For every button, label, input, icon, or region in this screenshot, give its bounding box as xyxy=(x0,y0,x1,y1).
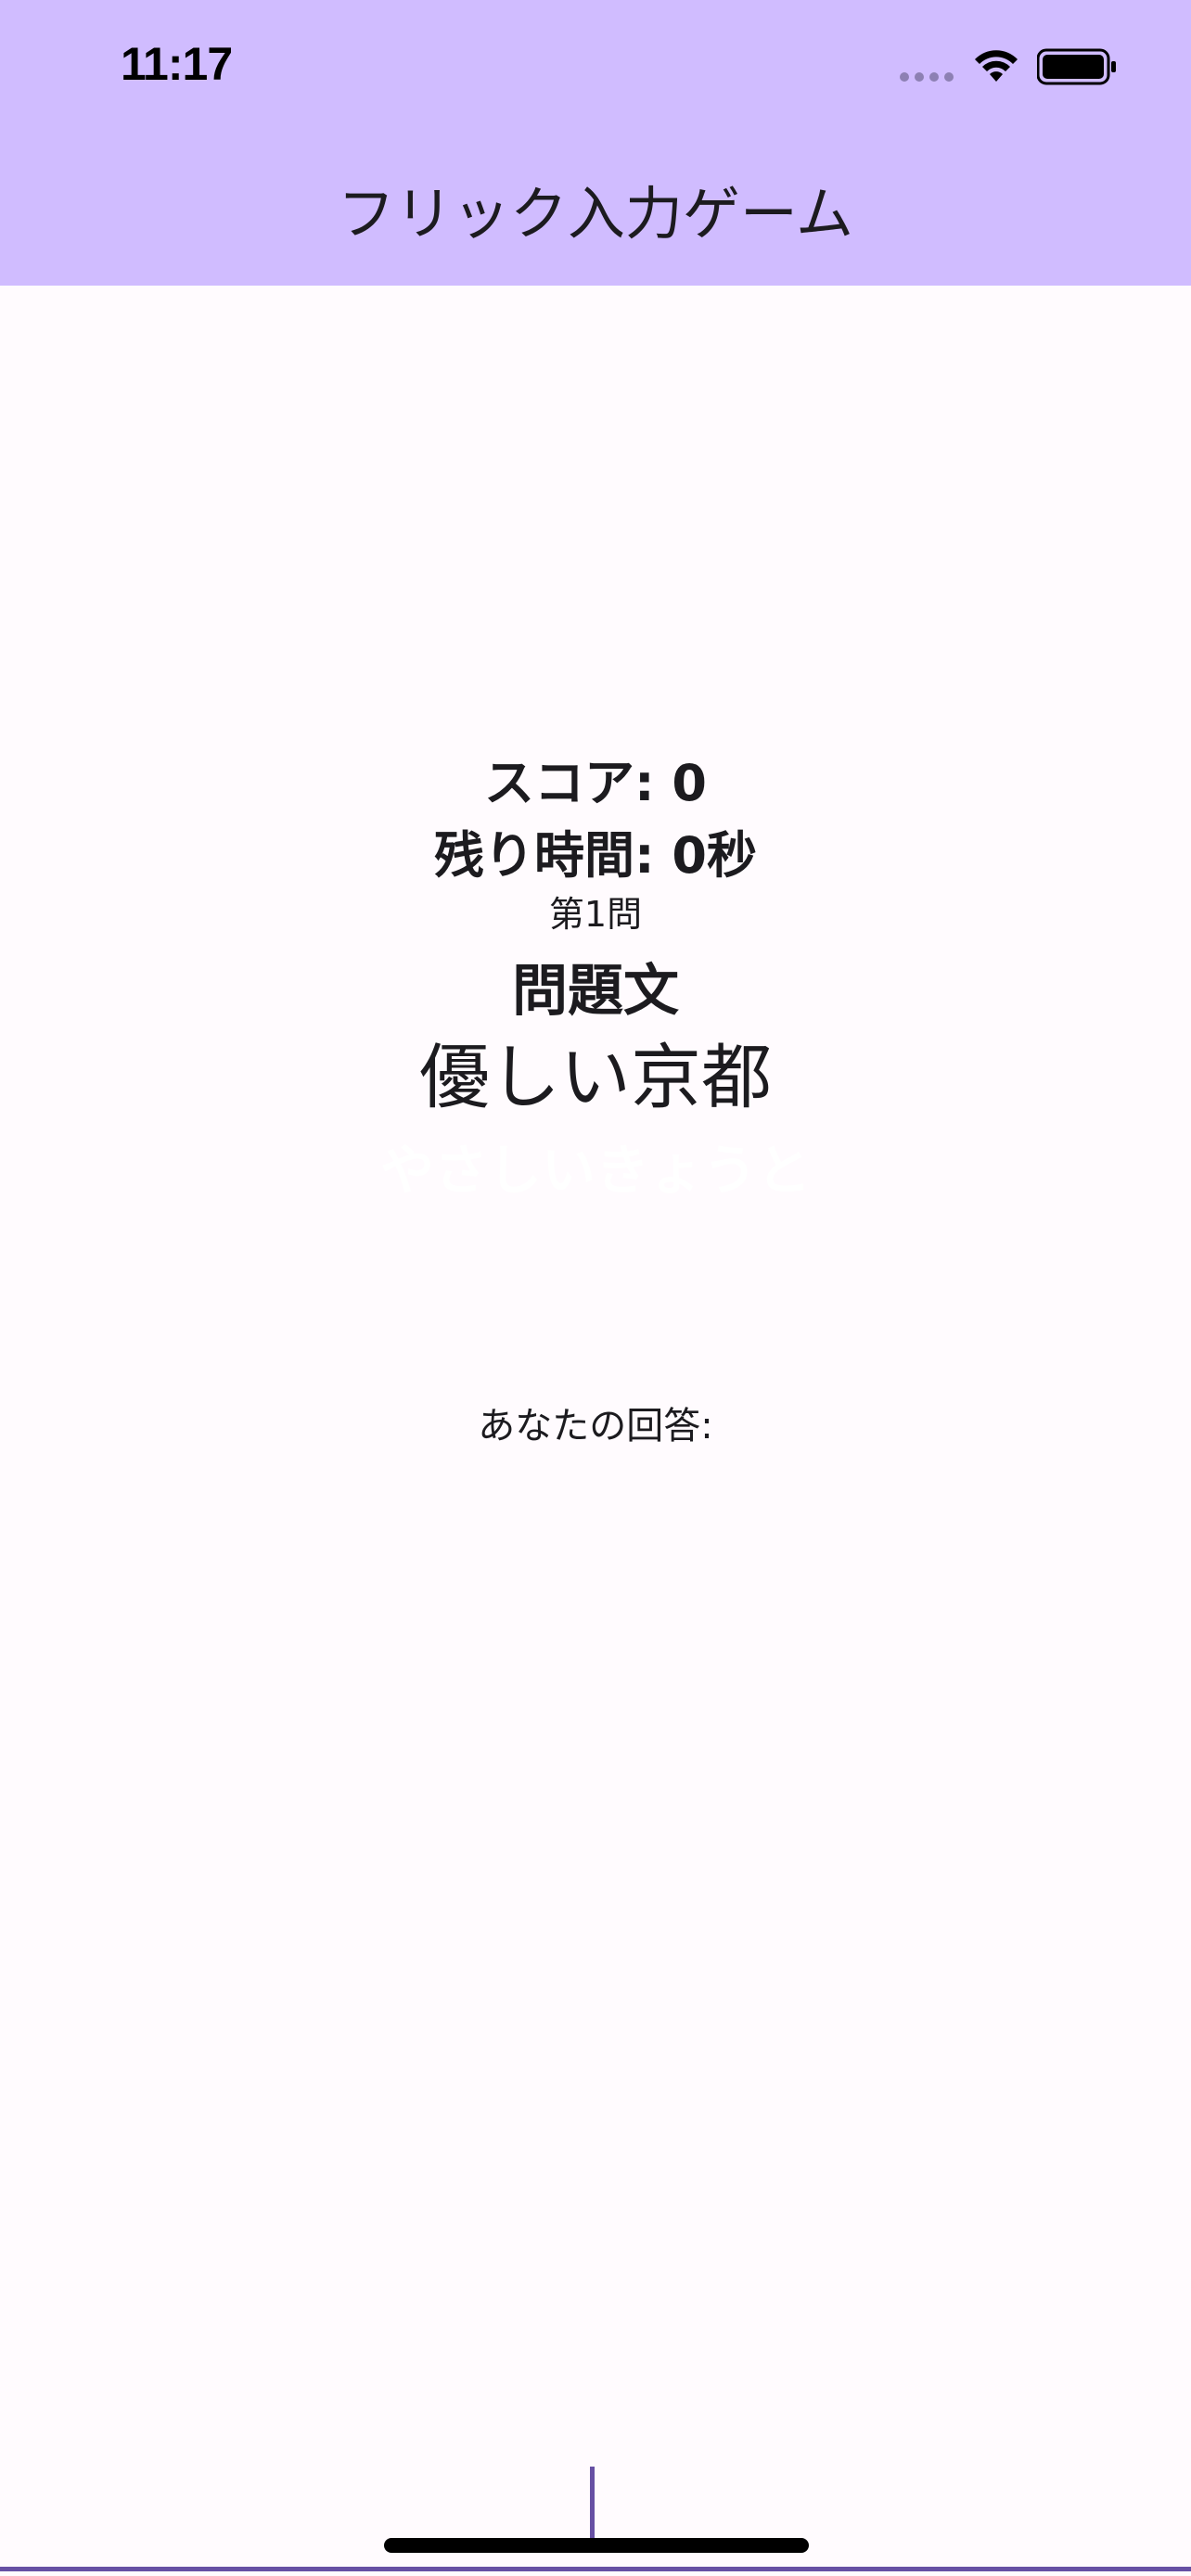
signal-dots-icon xyxy=(900,72,954,82)
app-bar: フリック入力ゲーム xyxy=(0,130,1191,286)
answer-label: あなたの回答: xyxy=(478,1405,713,1447)
question-text: 優しい京都 xyxy=(419,1036,772,1118)
answer-input-underline xyxy=(0,2567,1191,2571)
score-label: スコア: 0 xyxy=(484,754,707,812)
time-remaining-label: 残り時間: 0秒 xyxy=(434,826,757,885)
status-bar: 11:17 xyxy=(0,0,1191,130)
app-title: フリック入力ゲーム xyxy=(337,180,854,248)
wifi-icon xyxy=(975,50,1018,82)
question-number: 第1問 xyxy=(548,894,643,935)
status-time: 11:17 xyxy=(121,38,233,90)
battery-icon xyxy=(1037,48,1116,85)
text-caret xyxy=(590,2467,595,2539)
home-indicator[interactable] xyxy=(384,2538,809,2553)
question-heading: 問題文 xyxy=(512,959,679,1024)
reading-hint: やさしいきょうと xyxy=(379,1139,811,1202)
